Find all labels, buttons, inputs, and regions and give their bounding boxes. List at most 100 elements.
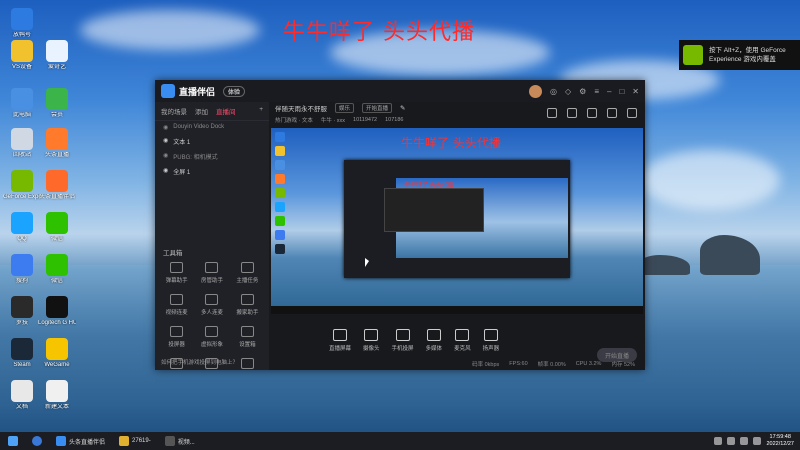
- taskbar-app[interactable]: 27619-: [115, 434, 155, 448]
- desktop-icon[interactable]: 微信: [38, 254, 76, 285]
- layout-icon[interactable]: [607, 108, 617, 118]
- gift-box-icon[interactable]: [567, 108, 577, 118]
- shop-icon[interactable]: [547, 108, 557, 118]
- source-item[interactable]: ◉ Douyin Video Dock: [155, 121, 269, 134]
- desktop-icon[interactable]: Steam: [3, 338, 41, 369]
- desktop-icon[interactable]: Logitech G HUB: [38, 296, 76, 327]
- network-icon[interactable]: [727, 437, 736, 445]
- toolbox-item[interactable]: 多人连麦: [194, 294, 229, 316]
- volume-icon[interactable]: [740, 437, 749, 445]
- control-icon: [455, 328, 470, 341]
- desktop-icon[interactable]: 罗技: [3, 296, 41, 327]
- toolbox-item[interactable]: 弹幕助手: [159, 262, 194, 284]
- room-title[interactable]: 伴随天雨永不舒服: [275, 103, 327, 113]
- live-control-button[interactable]: 手机投屏: [392, 328, 414, 352]
- desktop-icon-label: 文档: [15, 404, 28, 410]
- desktop-icon[interactable]: 会员: [38, 88, 76, 119]
- control-icon: [333, 328, 347, 341]
- eye-icon[interactable]: ◉: [163, 167, 168, 176]
- stat-user: 牛牛 · xxx: [320, 118, 346, 124]
- nested-window-preview: 牛牛咩了 头头代播: [344, 160, 570, 278]
- close-icon[interactable]: ✕: [632, 87, 639, 96]
- screen-icon[interactable]: [587, 108, 597, 118]
- desktop-icon[interactable]: 新建文本: [38, 380, 76, 411]
- desktop-icon[interactable]: 此电脑: [3, 88, 41, 119]
- system-tray: 17:59:48 2022/12/27: [714, 434, 800, 448]
- taskbar-app[interactable]: 视频...: [161, 434, 199, 448]
- edit-icon[interactable]: ✎: [400, 104, 405, 112]
- desktop-icon[interactable]: QQ: [3, 212, 41, 243]
- version-badge[interactable]: 体验: [223, 85, 246, 97]
- desktop-icon-label: 微信: [50, 278, 63, 284]
- desktop-icon-label: GeForce Experience: [3, 194, 41, 200]
- toolbox-item[interactable]: 投屏器: [159, 326, 194, 348]
- maximize-icon[interactable]: □: [619, 87, 624, 96]
- toolbox-item[interactable]: 房管助手: [194, 262, 229, 284]
- eye-icon[interactable]: ◉: [163, 137, 168, 146]
- tab-my-scenes[interactable]: 我的场景: [161, 106, 187, 116]
- status-item: CPU 3.2%: [575, 361, 602, 367]
- desktop-icon-label: 爱奇艺: [47, 64, 66, 70]
- stat-category[interactable]: 热门游戏 · 文本: [275, 116, 313, 124]
- room-category-tag[interactable]: 娱乐: [335, 103, 355, 113]
- toolbox-item-label: 主播任务: [236, 278, 259, 284]
- live-control-button[interactable]: 摄像头: [363, 328, 380, 352]
- source-item[interactable]: ◉ PUBG: 相机模式: [155, 149, 269, 164]
- status-bar: 码率 0kbps FPS:60 帧率 0.00% CPU 3.2% 内存 52%: [269, 358, 645, 370]
- taskbar-search[interactable]: [28, 434, 46, 448]
- desktop-icon[interactable]: 搜狗: [3, 254, 41, 285]
- toolbox-item-label: 视频连麦: [165, 310, 188, 316]
- message-icon[interactable]: ◎: [550, 87, 557, 96]
- desktop-icon[interactable]: 微信: [38, 212, 76, 243]
- desktop-icon[interactable]: 文档: [3, 380, 41, 411]
- share-icon[interactable]: [627, 108, 637, 118]
- desktop-icon[interactable]: 放鸭号: [3, 8, 41, 39]
- tab-live-room[interactable]: 直播间: [216, 106, 236, 116]
- clock[interactable]: 17:59:48 2022/12/27: [766, 434, 794, 448]
- desktop-icon[interactable]: GeForce Experience: [3, 170, 41, 201]
- source-item[interactable]: ◉ 全屏 1: [155, 164, 269, 179]
- gift-icon[interactable]: ◇: [565, 87, 571, 96]
- nvidia-overlay-notice: 按下 Alt+Z，使用 GeForce Experience 游戏内覆盖: [679, 40, 800, 70]
- toolbox-item[interactable]: 主播任务: [230, 262, 265, 284]
- app-icon: [11, 88, 33, 110]
- live-preview[interactable]: 牛牛咩了 头头代播 牛牛咩了 头头代播: [271, 128, 643, 314]
- tab-add[interactable]: 添加: [195, 106, 208, 116]
- desktop-icon-label: 回收站: [12, 152, 31, 158]
- folder-icon: [119, 436, 130, 446]
- app-icon: [46, 338, 68, 360]
- live-control-button[interactable]: 麦克风: [454, 328, 471, 352]
- toolbox-item[interactable]: 搬家助手: [230, 294, 265, 316]
- desktop-icon[interactable]: WeGame: [38, 338, 76, 369]
- sidebar-notice[interactable]: 如何把手机游戏投屏到电脑上？: [161, 358, 238, 366]
- minimize-icon[interactable]: –: [607, 87, 611, 96]
- avatar[interactable]: [529, 84, 543, 98]
- preview-overlay-title: 牛牛咩了 头头代播: [401, 136, 501, 150]
- room-action-button[interactable]: 开始直播: [362, 103, 393, 113]
- desktop-icon[interactable]: 爱奇艺: [38, 40, 76, 71]
- title-bar: 直播伴侣 体验 ◎ ◇ ⚙ ≡ – □ ✕: [155, 80, 645, 102]
- toolbox-item[interactable]: 虚拟形象: [194, 326, 229, 348]
- desktop-icon[interactable]: VS设备: [3, 40, 41, 71]
- desktop-icon[interactable]: 头条直播伴侣: [38, 170, 76, 201]
- app-icon: [46, 170, 68, 192]
- live-control-button[interactable]: 直播屏幕: [329, 328, 351, 352]
- settings-icon[interactable]: ⚙: [579, 87, 586, 96]
- desktop-icon[interactable]: 回收站: [3, 128, 41, 159]
- desktop-icon[interactable]: 头条直播: [38, 128, 76, 159]
- taskbar-app[interactable]: 头条直播伴侣: [52, 434, 109, 448]
- toolbox-item[interactable]: 设置箱: [230, 326, 265, 348]
- tool-icon: [170, 262, 184, 273]
- source-item[interactable]: ◉ 文本 1: [155, 134, 269, 149]
- tray-chevron-icon[interactable]: [714, 437, 723, 445]
- eye-icon[interactable]: ◉: [163, 152, 168, 161]
- add-scene-icon[interactable]: +: [259, 106, 263, 116]
- eye-icon[interactable]: ◉: [163, 124, 168, 131]
- input-method-icon[interactable]: [753, 437, 762, 445]
- live-control-button[interactable]: 扬声器: [483, 328, 499, 352]
- mouse-cursor: [365, 258, 369, 267]
- toolbox-item[interactable]: 视频连麦: [159, 294, 194, 316]
- start-button[interactable]: [4, 434, 22, 448]
- menu-icon[interactable]: ≡: [594, 87, 599, 96]
- live-control-button[interactable]: 多媒体: [426, 328, 442, 352]
